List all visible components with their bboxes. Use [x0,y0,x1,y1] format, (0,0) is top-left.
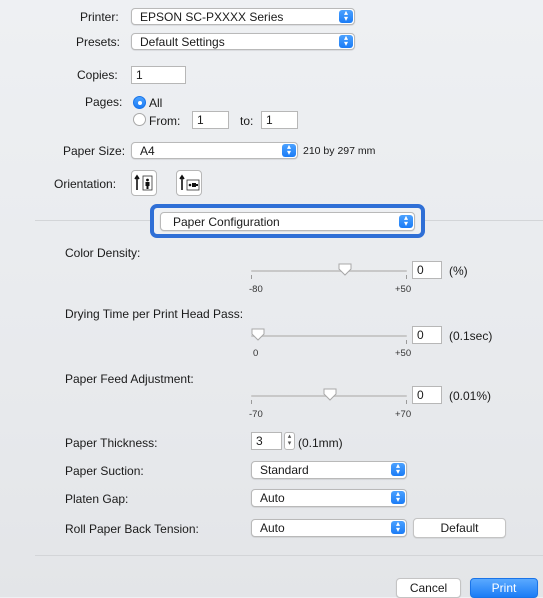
pages-from-label: From: [149,114,181,128]
slider-tick [406,275,407,279]
color-density-max: +50 [395,284,412,295]
separator [35,555,543,556]
paper-feed-label: Paper Feed Adjustment: [65,372,194,386]
roll-tension-popup[interactable]: Auto ▴ ▾ [251,519,407,537]
paper-feed-thumb[interactable] [323,388,337,402]
paper-size-popup[interactable]: A4 ▴ ▾ [131,142,298,159]
default-button[interactable]: Default [413,518,506,538]
updown-arrows-icon: ▴ ▾ [399,214,413,228]
paper-thickness-label: Paper Thickness: [65,436,158,450]
pages-all-label: All [149,96,163,110]
roll-tension-label: Roll Paper Back Tension: [65,522,199,536]
presets-popup[interactable]: Default Settings ▴ ▾ [131,33,355,50]
drying-time-label: Drying Time per Print Head Pass: [65,307,244,321]
color-density-min: -80 [249,284,263,295]
slider-tick [251,400,252,404]
presets-value: Default Settings [140,35,225,49]
pages-label: Pages: [85,95,123,109]
orientation-portrait-button[interactable] [131,170,157,196]
paper-size-label: Paper Size: [63,144,126,158]
color-density-unit: (%) [449,264,468,278]
slider-tick [251,275,252,279]
copies-field[interactable]: 1 [131,66,186,84]
pages-from-field[interactable]: 1 [192,111,229,129]
pages-from-radio[interactable] [133,113,146,126]
drying-time-unit: (0.1sec) [449,329,493,343]
paper-thickness-field[interactable]: 3 [251,432,282,450]
paper-feed-field[interactable]: 0 [412,386,442,404]
paper-suction-value: Standard [260,463,309,477]
color-density-field[interactable]: 0 [412,261,442,279]
portrait-icon [134,174,153,191]
printer-value: EPSON SC-PXXXX Series [140,10,284,24]
cancel-button[interactable]: Cancel [396,578,461,598]
paper-size-value: A4 [140,144,155,158]
platen-gap-value: Auto [260,491,285,505]
drying-time-max: +50 [395,348,412,359]
drying-time-min: 0 [253,348,259,359]
color-density-label: Color Density: [65,246,141,260]
pages-all-radio[interactable] [133,96,146,109]
copies-label: Copies: [77,68,118,82]
color-density-thumb[interactable] [338,263,352,277]
printer-popup[interactable]: EPSON SC-PXXXX Series ▴ ▾ [131,8,355,25]
pages-to-label: to: [240,114,254,128]
updown-arrows-icon: ▴ ▾ [391,490,405,504]
paper-feed-max: +70 [395,409,412,420]
print-button[interactable]: Print [470,578,538,598]
paper-suction-label: Paper Suction: [65,464,144,478]
drying-time-field[interactable]: 0 [412,326,442,344]
paper-feed-unit: (0.01%) [449,389,492,403]
orientation-label: Orientation: [54,177,117,191]
panel-selector-popup[interactable]: Paper Configuration ▴ ▾ [160,212,415,231]
presets-label: Presets: [76,35,121,49]
panel-selector-value: Paper Configuration [173,215,280,229]
updown-arrows-icon: ▴ ▾ [339,9,353,23]
paper-feed-min: -70 [249,409,263,420]
platen-gap-popup[interactable]: Auto ▴ ▾ [251,489,407,507]
paper-dimensions: 210 by 297 mm [303,145,376,157]
paper-thickness-unit: (0.1mm) [298,436,343,450]
landscape-icon [179,174,200,191]
drying-time-thumb[interactable] [251,328,265,342]
slider-tick [406,340,407,344]
roll-tension-value: Auto [260,521,285,535]
orientation-landscape-button[interactable] [176,170,202,196]
updown-arrows-icon: ▴ ▾ [391,462,405,476]
updown-arrows-icon: ▴ ▾ [391,520,405,534]
updown-arrows-icon: ▴ ▾ [282,143,296,157]
pages-to-field[interactable]: 1 [261,111,298,129]
printer-label: Printer: [80,10,119,24]
paper-suction-popup[interactable]: Standard ▴ ▾ [251,461,407,479]
drying-time-track [251,335,407,337]
platen-gap-label: Platen Gap: [65,492,129,506]
paper-thickness-stepper[interactable]: ▴ ▾ [284,432,295,450]
color-density-track [251,270,407,272]
updown-arrows-icon: ▴ ▾ [339,34,353,48]
slider-tick [406,400,407,404]
